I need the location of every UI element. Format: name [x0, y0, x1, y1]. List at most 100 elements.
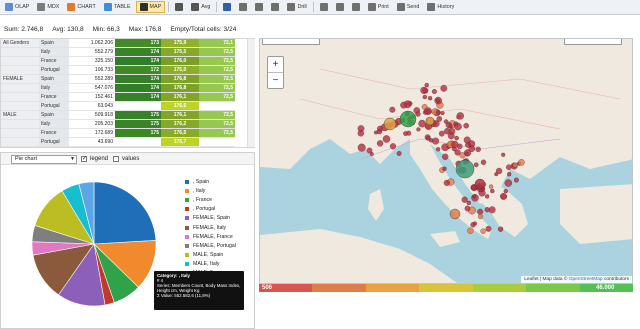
row-country[interactable]: France	[39, 129, 69, 138]
map-marker[interactable]	[382, 135, 391, 143]
pie-chart[interactable]	[29, 179, 159, 309]
zoom-in-button[interactable]: +	[268, 57, 283, 73]
map-marker[interactable]	[418, 119, 426, 128]
toolbar-item-table[interactable]: TABLE	[101, 1, 134, 13]
toolbar-item-olap[interactable]: OLAP	[2, 1, 32, 13]
table-scrollbar[interactable]	[247, 39, 255, 147]
map-marker[interactable]	[488, 206, 496, 214]
zoom-out-button[interactable]: −	[268, 73, 283, 89]
row-group[interactable]	[1, 138, 39, 147]
map-marker[interactable]	[467, 227, 474, 234]
map-marker[interactable]	[376, 140, 384, 147]
legend-item[interactable]: FEMALE, Portugal	[185, 241, 245, 250]
map-marker[interactable]	[357, 143, 366, 152]
row-country[interactable]: France	[39, 57, 69, 66]
row-country[interactable]: Spain	[39, 39, 69, 48]
map-marker[interactable]	[369, 152, 374, 156]
map-marker[interactable]	[454, 122, 462, 131]
map-marker[interactable]	[463, 149, 472, 157]
map-marker[interactable]	[396, 151, 402, 156]
toolbar-item-map[interactable]: MAP	[135, 1, 166, 13]
map-marker[interactable]	[500, 193, 507, 200]
map-marker[interactable]	[442, 166, 447, 171]
map-marker[interactable]	[484, 207, 490, 213]
row-group[interactable]	[1, 120, 39, 129]
map-marker[interactable]	[451, 140, 459, 148]
map-marker[interactable]	[427, 96, 433, 101]
map-marker-large[interactable]	[449, 208, 461, 220]
map-marker[interactable]	[490, 188, 495, 194]
map-marker[interactable]	[422, 94, 427, 100]
map-marker-large[interactable]	[425, 116, 435, 126]
map-marker[interactable]	[424, 82, 429, 88]
map-marker[interactable]	[504, 179, 513, 187]
row-country[interactable]: Spain	[39, 75, 69, 84]
map-marker-large[interactable]	[399, 110, 417, 128]
map-marker[interactable]	[472, 221, 477, 226]
toolbar-item-print[interactable]: Print	[365, 1, 392, 13]
row-group[interactable]	[1, 93, 39, 102]
map-marker[interactable]	[435, 110, 441, 115]
row-country[interactable]: Italy	[39, 48, 69, 57]
map-marker[interactable]	[403, 131, 408, 136]
map-marker[interactable]	[436, 116, 443, 122]
map-marker-large[interactable]	[474, 178, 486, 190]
legend-item[interactable]: FEMALE, France	[185, 232, 245, 241]
map-layer-select[interactable]	[564, 39, 622, 45]
toolbar-item-filter[interactable]	[252, 1, 266, 13]
map-marker[interactable]	[454, 135, 459, 141]
toolbar-item-pin[interactable]	[317, 1, 331, 13]
row-group[interactable]	[1, 102, 39, 111]
map-marker[interactable]	[435, 147, 441, 152]
map-marker[interactable]	[440, 84, 448, 92]
legend-item[interactable]: FEMALE, Spain	[185, 214, 245, 223]
map-marker[interactable]	[473, 162, 479, 168]
map-marker[interactable]	[456, 112, 464, 120]
map-marker[interactable]	[485, 225, 492, 232]
map-marker[interactable]	[466, 200, 471, 206]
map-marker[interactable]	[447, 132, 455, 140]
toolbar-item-avg[interactable]: Avg	[188, 1, 213, 13]
map-marker[interactable]	[497, 226, 504, 232]
map-marker[interactable]	[389, 143, 397, 150]
map-marker[interactable]	[484, 194, 490, 199]
row-country[interactable]: Portugal	[39, 66, 69, 75]
legend-item[interactable]: FEMALE, Italy	[185, 223, 245, 232]
toolbar-item-sum[interactable]	[172, 1, 186, 13]
toolbar-item-funnel[interactable]	[220, 1, 234, 13]
row-country[interactable]: Portugal	[39, 138, 69, 147]
map-marker[interactable]	[431, 89, 437, 94]
row-country[interactable]: Italy	[39, 84, 69, 93]
map-marker[interactable]	[480, 228, 486, 234]
toolbar-item-swap[interactable]	[236, 1, 250, 13]
map-marker[interactable]	[506, 164, 512, 170]
toolbar-item-grid[interactable]	[333, 1, 347, 13]
row-country[interactable]: Spain	[39, 111, 69, 120]
map-marker[interactable]	[507, 172, 512, 177]
row-group[interactable]	[1, 57, 39, 66]
map-marker[interactable]	[440, 111, 445, 116]
row-group[interactable]: All Genders	[1, 39, 39, 48]
map-marker[interactable]	[480, 159, 487, 165]
map-marker[interactable]	[463, 122, 469, 129]
toolbar-item-send[interactable]: Send	[394, 1, 423, 13]
map-marker[interactable]	[464, 205, 471, 212]
map-marker[interactable]	[432, 137, 440, 145]
legend-item[interactable]: MALE, Italy	[185, 260, 245, 269]
map-marker[interactable]	[420, 86, 428, 94]
map-marker[interactable]	[442, 153, 449, 160]
map-marker[interactable]	[475, 146, 481, 153]
map-marker-large[interactable]	[383, 117, 397, 131]
map-marker[interactable]	[454, 149, 461, 156]
map-marker[interactable]	[377, 125, 383, 132]
toolbar-item-chart[interactable]: CHART	[64, 1, 98, 13]
map-marker[interactable]	[435, 98, 440, 103]
map-marker[interactable]	[503, 188, 508, 194]
chart-type-select[interactable]: Pie chart ▼	[11, 155, 77, 164]
row-group[interactable]	[1, 48, 39, 57]
toolbar-item-sort[interactable]	[268, 1, 282, 13]
map-marker[interactable]	[488, 184, 494, 189]
map-marker[interactable]	[501, 152, 506, 157]
osm-link[interactable]: OpenStreetMap	[569, 277, 603, 282]
toolbar-item-mdx[interactable]: MDX	[34, 1, 62, 13]
